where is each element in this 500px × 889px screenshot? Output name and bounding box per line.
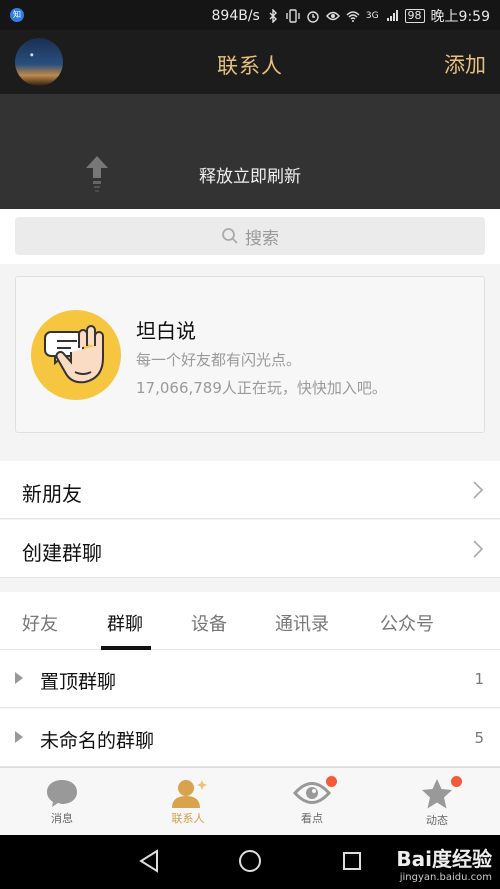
card-player-count: 17,066,789人正在玩，快快加入吧。 bbox=[136, 379, 387, 397]
card-title: 坦白说 bbox=[136, 319, 196, 343]
group-category-count: 1 bbox=[474, 670, 484, 688]
baidu-jingyan-watermark: Bai度经验 jingyan.baidu.com bbox=[396, 843, 492, 883]
cell-signal-label: 3G bbox=[365, 10, 379, 21]
create-group-label: 创建群聊 bbox=[22, 541, 102, 565]
app-notification-icon: 知 bbox=[10, 8, 24, 22]
group-category-label: 未命名的群聊 bbox=[40, 730, 155, 752]
page-title: 联系人 bbox=[217, 54, 283, 78]
group-category-row[interactable]: 未命名的群聊 5 bbox=[0, 709, 500, 767]
new-friends-row[interactable]: 新朋友 bbox=[0, 461, 500, 519]
nav-messages[interactable]: 消息 bbox=[12, 774, 112, 832]
tab-public-accounts[interactable]: 公众号 bbox=[380, 610, 434, 636]
new-friends-label: 新朋友 bbox=[22, 482, 82, 506]
pull-refresh-text: 释放立即刷新 bbox=[199, 167, 301, 187]
promo-section: 坦白说 每一个好友都有闪光点。 17,066,789人正在玩，快快加入吧。 bbox=[0, 264, 500, 461]
wifi-icon bbox=[346, 11, 360, 22]
create-group-row[interactable]: 创建群聊 bbox=[0, 520, 500, 578]
tab-devices[interactable]: 设备 bbox=[191, 610, 227, 636]
expand-triangle-icon bbox=[15, 672, 23, 684]
chevron-right-icon bbox=[473, 481, 484, 499]
search-section: 搜索 bbox=[0, 209, 500, 264]
group-category-count: 5 bbox=[474, 729, 484, 747]
card-subtitle: 每一个好友都有闪光点。 bbox=[136, 351, 302, 369]
vibrate-icon bbox=[286, 9, 300, 23]
eye-comfort-icon bbox=[325, 11, 340, 21]
system-navigation-bar: Bai度经验 jingyan.baidu.com bbox=[0, 835, 500, 889]
search-input[interactable]: 搜索 bbox=[15, 217, 485, 255]
pull-refresh-area: 释放立即刷新 bbox=[0, 94, 500, 209]
tab-groups[interactable]: 群聊 bbox=[107, 610, 143, 636]
status-bar: 知 894B/s 3G 98 晚上9:59 bbox=[0, 0, 500, 30]
tanbaishuo-logo-icon bbox=[31, 310, 121, 400]
nav-messages-label: 消息 bbox=[51, 812, 73, 825]
nav-contacts-label: 联系人 bbox=[171, 812, 205, 825]
nav-kandian[interactable]: 看点 bbox=[262, 774, 362, 832]
nav-activity[interactable]: 动态 bbox=[387, 774, 487, 832]
home-icon[interactable] bbox=[238, 849, 262, 873]
battery-indicator: 98 bbox=[404, 9, 425, 23]
watermark-brand: Bai度经验 bbox=[396, 847, 492, 871]
search-icon bbox=[222, 228, 238, 244]
notification-dot bbox=[451, 776, 462, 787]
cell-signal-icon bbox=[386, 10, 398, 21]
add-button[interactable]: 添加 bbox=[444, 49, 486, 79]
back-icon[interactable] bbox=[138, 849, 160, 873]
star-icon bbox=[422, 779, 452, 809]
title-bar: 联系人 添加 bbox=[0, 30, 500, 94]
clock: 晚上9:59 bbox=[430, 9, 490, 25]
recents-icon[interactable] bbox=[342, 849, 362, 873]
group-category-row[interactable]: 置顶群聊 1 bbox=[0, 650, 500, 708]
alarm-icon bbox=[307, 11, 319, 23]
notification-dot bbox=[326, 776, 337, 787]
contacts-person-icon bbox=[172, 780, 207, 808]
search-placeholder: 搜索 bbox=[245, 228, 279, 249]
contact-tabs: 好友 群聊 设备 通讯录 公众号 bbox=[0, 592, 500, 650]
nav-contacts[interactable]: 联系人 bbox=[138, 774, 238, 832]
tanbaishuo-card[interactable]: 坦白说 每一个好友都有闪光点。 17,066,789人正在玩，快快加入吧。 bbox=[15, 276, 485, 433]
expand-triangle-icon bbox=[15, 731, 23, 743]
tab-friends[interactable]: 好友 bbox=[22, 610, 58, 636]
tab-address-book[interactable]: 通讯录 bbox=[275, 610, 329, 636]
nav-kandian-label: 看点 bbox=[301, 812, 323, 825]
bottom-navigation: 消息 联系人 看点 动态 bbox=[0, 767, 500, 835]
group-category-label: 置顶群聊 bbox=[40, 671, 117, 693]
status-icons: 894B/s 3G 98 晚上9:59 bbox=[212, 6, 491, 26]
nav-activity-label: 动态 bbox=[426, 814, 448, 827]
chevron-right-icon bbox=[473, 540, 484, 558]
chat-bubble-icon bbox=[47, 780, 77, 807]
watermark-url: jingyan.baidu.com bbox=[399, 872, 492, 883]
bluetooth-icon bbox=[269, 9, 277, 23]
network-speed: 894B/s bbox=[211, 8, 260, 24]
